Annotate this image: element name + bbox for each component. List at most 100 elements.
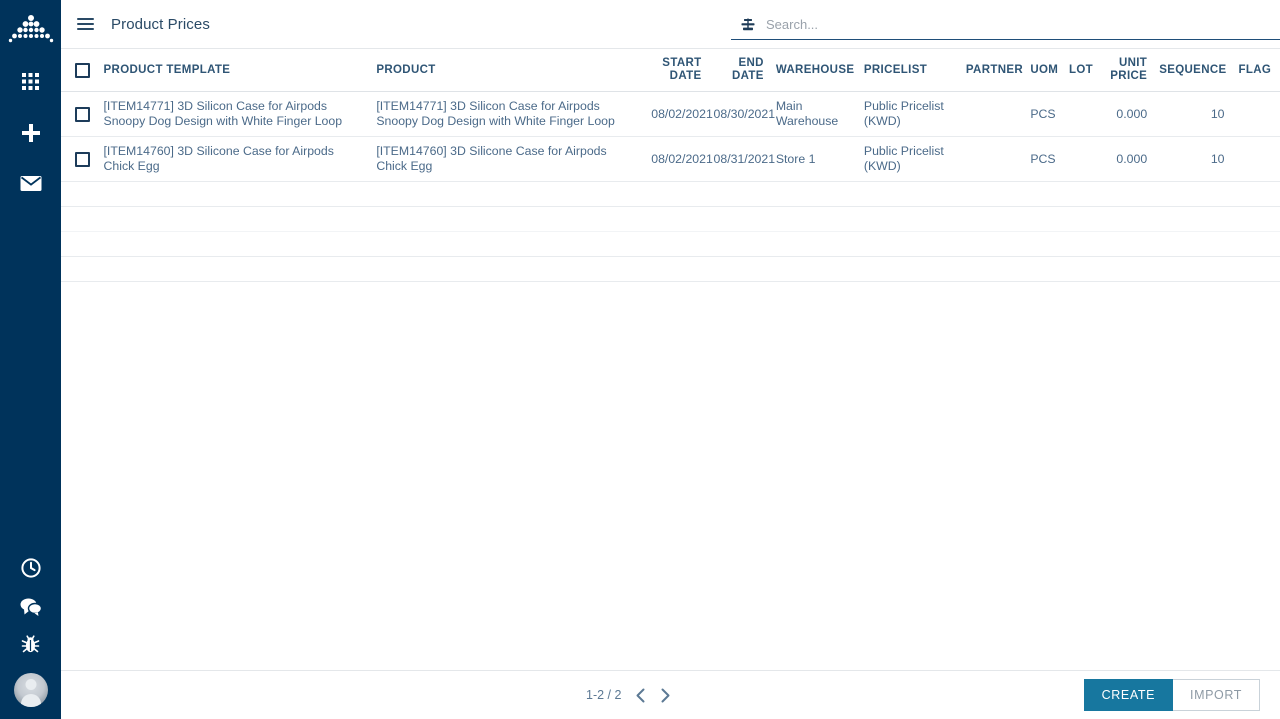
- topbar: Product Prices: [61, 0, 1280, 49]
- table-body: [ITEM14771] 3D Silicon Case for Airpods …: [61, 91, 1280, 282]
- cell-end-date: 08/31/2021: [707, 136, 775, 182]
- column-header-warehouse[interactable]: WAREHOUSE: [769, 49, 858, 92]
- cell-partner: [959, 91, 1025, 137]
- sidebar-item-debug[interactable]: [0, 625, 61, 663]
- cell-product: [ITEM14760] 3D Silicone Case for Airpods…: [370, 136, 646, 182]
- hamburger-line: [77, 18, 94, 20]
- column-header-start-date[interactable]: START DATE: [645, 49, 708, 92]
- chevron-left-icon: [636, 688, 645, 702]
- plus-icon: [21, 123, 40, 142]
- cell-sequence: 10: [1153, 91, 1231, 137]
- search-bar[interactable]: [731, 10, 1280, 40]
- app-root: Product Prices Search... PRODUCT TEMPLAT…: [0, 0, 1280, 719]
- search-input[interactable]: [766, 17, 1280, 32]
- apps-grid-icon: [22, 73, 39, 90]
- pagination-previous-button[interactable]: [635, 688, 646, 703]
- menu-toggle-button[interactable]: [77, 13, 99, 35]
- chevron-right-icon: [661, 688, 670, 702]
- sidebar-item-activity[interactable]: [0, 549, 61, 587]
- row-checkbox[interactable]: [75, 106, 90, 122]
- table-row[interactable]: [ITEM14771] 3D Silicon Case for Airpods …: [61, 91, 1280, 137]
- column-header-unit-price[interactable]: UNIT PRICE: [1099, 49, 1154, 92]
- column-header-end-date[interactable]: END DATE: [707, 49, 770, 92]
- pagination-range: 1-2 / 2: [586, 688, 622, 702]
- create-button[interactable]: CREATE: [1083, 679, 1174, 711]
- select-all-cell: [61, 49, 98, 92]
- column-header-lot[interactable]: LOT: [1062, 49, 1100, 92]
- pyramid-dots-logo-icon: [8, 15, 53, 43]
- select-all-checkbox[interactable]: [75, 62, 90, 78]
- cell-uom: PCS: [1024, 136, 1063, 182]
- product-link[interactable]: [ITEM14771] 3D Silicon Case for Airpods …: [376, 99, 615, 128]
- column-header-uom[interactable]: UOM: [1024, 49, 1063, 92]
- cell-flag: [1230, 91, 1280, 137]
- cell-pricelist: Public Pricelist (KWD): [857, 91, 960, 137]
- empty-cell: [61, 181, 1280, 207]
- cell-unit-price: 0.000: [1099, 136, 1154, 182]
- cell-warehouse: Store 1: [769, 136, 858, 182]
- avatar-head: [25, 679, 36, 690]
- cell-product-template: [ITEM14760] 3D Silicone Case for Airpods…: [97, 136, 371, 182]
- clock-icon: [20, 558, 41, 578]
- avatar-body: [20, 694, 41, 707]
- hamburger-line: [77, 28, 94, 30]
- empty-cell: [61, 256, 1280, 282]
- import-button[interactable]: IMPORT: [1173, 679, 1260, 711]
- page-title: Product Prices: [111, 15, 210, 33]
- filter-sort-icon: [740, 17, 756, 33]
- sidebar-item-chat[interactable]: [0, 587, 61, 625]
- footer-bar: 1-2 / 2 CREATE IMPORT: [61, 670, 1280, 719]
- cell-flag: [1230, 136, 1280, 182]
- table-header: PRODUCT TEMPLATE PRODUCT START DATE END …: [61, 49, 1280, 92]
- cell-product-template: [ITEM14771] 3D Silicon Case for Airpods …: [97, 91, 371, 137]
- cell-lot: [1062, 91, 1100, 137]
- column-header-flag[interactable]: FLAG: [1230, 49, 1280, 92]
- sidebar: [0, 0, 61, 719]
- row-select-cell: [61, 136, 98, 182]
- pagination-next-button[interactable]: [660, 688, 671, 703]
- cell-partner: [959, 136, 1025, 182]
- column-header-pricelist[interactable]: PRICELIST: [857, 49, 960, 92]
- cell-start-date: 08/02/2021: [645, 91, 713, 137]
- table-empty-row: [61, 181, 1280, 207]
- empty-cell: [61, 231, 1280, 257]
- cell-pricelist: Public Pricelist (KWD): [857, 136, 960, 182]
- cell-lot: [1062, 136, 1100, 182]
- product-template-link[interactable]: [ITEM14760] 3D Silicone Case for Airpods…: [104, 144, 334, 173]
- pagination: 1-2 / 2: [586, 688, 671, 703]
- envelope-icon: [20, 176, 41, 191]
- cell-end-date: 08/30/2021: [707, 91, 775, 137]
- cell-sequence: 10: [1153, 136, 1231, 182]
- column-header-product-template[interactable]: PRODUCT TEMPLATE: [97, 49, 371, 92]
- cell-unit-price: 0.000: [1099, 91, 1154, 137]
- footer-actions: CREATE IMPORT: [1083, 679, 1260, 711]
- column-header-product[interactable]: PRODUCT: [370, 49, 646, 92]
- empty-cell: [61, 206, 1280, 232]
- column-header-sequence[interactable]: SEQUENCE: [1153, 49, 1231, 92]
- user-avatar[interactable]: [13, 673, 48, 707]
- sidebar-item-messages[interactable]: [0, 158, 61, 209]
- row-select-cell: [61, 91, 98, 137]
- product-link[interactable]: [ITEM14760] 3D Silicone Case for Airpods…: [376, 144, 606, 173]
- sidebar-item-new[interactable]: [0, 107, 61, 158]
- chat-icon: [20, 598, 42, 616]
- cell-warehouse: Main Warehouse: [769, 91, 858, 137]
- main-area: Product Prices Search... PRODUCT TEMPLAT…: [61, 0, 1280, 719]
- product-template-link[interactable]: [ITEM14771] 3D Silicon Case for Airpods …: [104, 99, 343, 128]
- column-header-partner[interactable]: PARTNER: [959, 49, 1025, 92]
- table-empty-row: [61, 231, 1280, 257]
- pyramid-dots-logo[interactable]: [0, 0, 61, 56]
- table-row[interactable]: [ITEM14760] 3D Silicone Case for Airpods…: [61, 136, 1280, 182]
- cell-start-date: 08/02/2021: [645, 136, 713, 182]
- bug-icon: [21, 635, 40, 653]
- sidebar-item-apps[interactable]: [0, 56, 61, 107]
- hamburger-line: [77, 23, 94, 25]
- sidebar-top-group: [0, 0, 61, 209]
- cell-uom: PCS: [1024, 91, 1063, 137]
- row-checkbox[interactable]: [75, 151, 90, 167]
- sidebar-bottom-group: [0, 549, 61, 719]
- cell-product: [ITEM14771] 3D Silicon Case for Airpods …: [370, 91, 646, 137]
- records-table: PRODUCT TEMPLATE PRODUCT START DATE END …: [61, 49, 1280, 282]
- table-empty-row: [61, 206, 1280, 232]
- table-empty-row: [61, 256, 1280, 282]
